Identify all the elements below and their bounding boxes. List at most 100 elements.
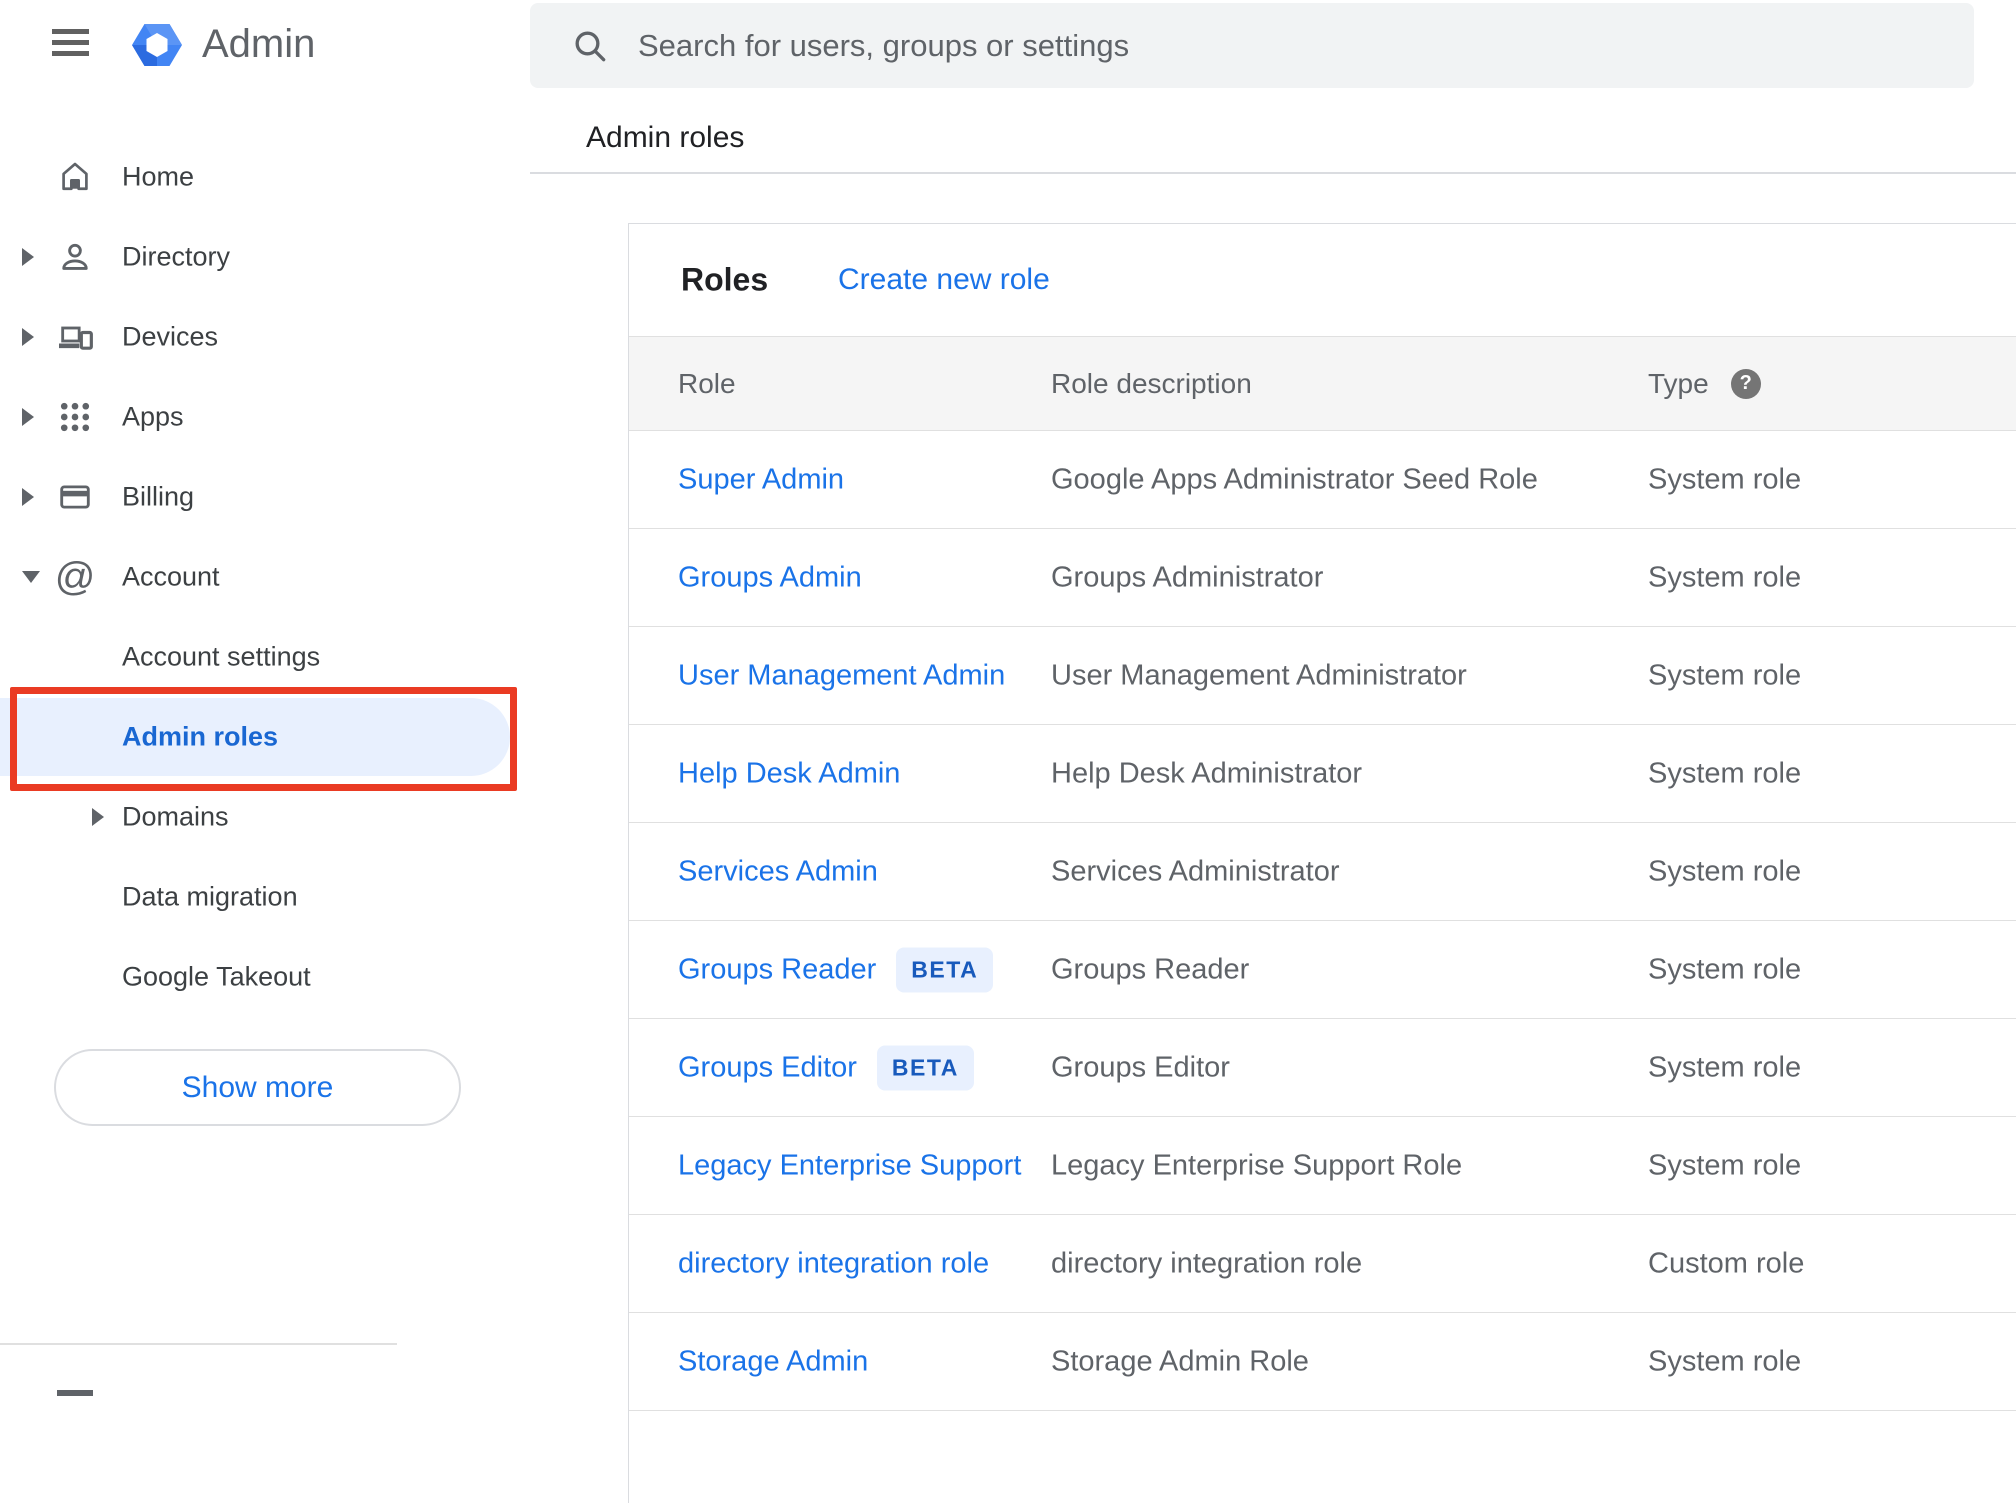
role-link[interactable]: Groups Admin bbox=[678, 561, 862, 594]
table-row: Groups Reader BETA Groups Reader System … bbox=[629, 921, 2016, 1019]
hamburger-menu-icon[interactable] bbox=[52, 29, 89, 56]
sidebar-item-label: Home bbox=[122, 161, 195, 192]
role-type: System role bbox=[1648, 757, 1802, 789]
create-new-role-link[interactable]: Create new role bbox=[838, 263, 1050, 297]
role-link[interactable]: Help Desk Admin bbox=[678, 757, 900, 790]
roles-card: Roles Create new role Role Role descript… bbox=[628, 223, 2016, 1503]
sidebar-item-label: Account bbox=[122, 561, 220, 592]
help-icon[interactable]: ? bbox=[1730, 368, 1761, 399]
role-description: Legacy Enterprise Support Role bbox=[1051, 1149, 1463, 1181]
column-header-description: Role description bbox=[1051, 367, 1252, 399]
sidebar-item-label: Account settings bbox=[122, 641, 321, 672]
sidebar-item-apps[interactable]: Apps bbox=[0, 377, 530, 457]
role-description: Services Administrator bbox=[1051, 855, 1340, 887]
table-header-row: Role Role description Type ? bbox=[629, 336, 2016, 431]
role-description: Groups Administrator bbox=[1051, 561, 1324, 593]
role-description: Google Apps Administrator Seed Role bbox=[1051, 463, 1538, 495]
search-bar bbox=[530, 3, 1974, 88]
sidebar-item-label: Directory bbox=[122, 241, 231, 272]
expand-arrow-icon[interactable] bbox=[92, 808, 104, 826]
role-type: System role bbox=[1648, 463, 1802, 495]
table-row: Services Admin Services Administrator Sy… bbox=[629, 823, 2016, 921]
billing-icon bbox=[55, 477, 95, 517]
sidebar-item-data-migration[interactable]: Data migration bbox=[0, 857, 530, 937]
role-type: Custom role bbox=[1648, 1247, 1805, 1279]
sidebar-item-devices[interactable]: Devices bbox=[0, 297, 530, 377]
role-link[interactable]: Super Admin bbox=[678, 463, 844, 496]
sidebar-item-home[interactable]: Home bbox=[0, 137, 530, 217]
sidebar-item-label: Apps bbox=[122, 401, 184, 432]
expand-arrow-icon[interactable] bbox=[22, 328, 34, 346]
role-type: System role bbox=[1648, 1149, 1802, 1181]
admin-logo-icon bbox=[126, 15, 188, 75]
role-description: Storage Admin Role bbox=[1051, 1345, 1309, 1377]
sidebar-nav: Home Directory Devices Apps Billing @ Ac… bbox=[0, 137, 530, 1017]
table-row: Storage Admin Storage Admin Role System … bbox=[629, 1313, 2016, 1411]
sidebar-item-label: Data migration bbox=[122, 881, 298, 912]
role-link[interactable]: Services Admin bbox=[678, 855, 878, 888]
partial-clipped-icon bbox=[57, 1390, 93, 1396]
sidebar-item-domains[interactable]: Domains bbox=[0, 777, 530, 857]
role-link[interactable]: directory integration role bbox=[678, 1247, 989, 1280]
sidebar-item-google-takeout[interactable]: Google Takeout bbox=[0, 937, 530, 1017]
sidebar-item-account-settings[interactable]: Account settings bbox=[0, 617, 530, 697]
role-link[interactable]: Groups Editor bbox=[678, 1051, 857, 1084]
role-type: System role bbox=[1648, 953, 1802, 985]
table-row: Super Admin Google Apps Administrator Se… bbox=[629, 431, 2016, 529]
column-header-type-label: Type bbox=[1648, 367, 1709, 399]
sidebar-header: Admin bbox=[0, 0, 530, 90]
person-icon bbox=[55, 237, 95, 277]
sidebar-item-label: Devices bbox=[122, 321, 219, 352]
role-type: System role bbox=[1648, 561, 1802, 593]
role-description: Groups Editor bbox=[1051, 1051, 1230, 1083]
sidebar-item-label: Google Takeout bbox=[122, 961, 311, 992]
apps-icon bbox=[55, 397, 95, 437]
beta-badge: BETA bbox=[876, 1045, 974, 1090]
table-row: directory integration role directory int… bbox=[629, 1215, 2016, 1313]
role-description: Groups Reader bbox=[1051, 953, 1250, 985]
table-row: User Management Admin User Management Ad… bbox=[629, 627, 2016, 725]
role-link[interactable]: Storage Admin bbox=[678, 1345, 868, 1378]
role-type: System role bbox=[1648, 1051, 1802, 1083]
sidebar-item-admin-roles[interactable]: Admin roles bbox=[0, 697, 530, 777]
beta-badge: BETA bbox=[896, 947, 994, 992]
role-description: Help Desk Administrator bbox=[1051, 757, 1363, 789]
sidebar-bottom-divider bbox=[0, 1343, 397, 1345]
expand-arrow-icon[interactable] bbox=[22, 488, 34, 506]
search-icon bbox=[570, 26, 610, 66]
role-type: System role bbox=[1648, 659, 1802, 691]
roles-table-body: Super Admin Google Apps Administrator Se… bbox=[629, 431, 2016, 1411]
role-link[interactable]: User Management Admin bbox=[678, 659, 1005, 692]
table-row: Legacy Enterprise Support Legacy Enterpr… bbox=[629, 1117, 2016, 1215]
expand-arrow-icon[interactable] bbox=[22, 408, 34, 426]
devices-icon bbox=[55, 317, 95, 357]
table-row: Help Desk Admin Help Desk Administrator … bbox=[629, 725, 2016, 823]
role-type: System role bbox=[1648, 1345, 1802, 1377]
sidebar-item-directory[interactable]: Directory bbox=[0, 217, 530, 297]
sidebar-item-billing[interactable]: Billing bbox=[0, 457, 530, 537]
sidebar-item-label: Billing bbox=[122, 481, 195, 512]
role-description: directory integration role bbox=[1051, 1247, 1363, 1279]
role-description: User Management Administrator bbox=[1051, 659, 1467, 691]
sidebar-item-label: Admin roles bbox=[122, 721, 279, 752]
expand-arrow-icon[interactable] bbox=[22, 248, 34, 266]
table-row: Groups Editor BETA Groups Editor System … bbox=[629, 1019, 2016, 1117]
expand-arrow-icon[interactable] bbox=[22, 571, 40, 583]
role-link[interactable]: Legacy Enterprise Support bbox=[678, 1149, 1021, 1182]
header-divider bbox=[530, 172, 2016, 174]
sidebar-item-label: Domains bbox=[122, 801, 229, 832]
roles-title: Roles bbox=[681, 261, 769, 298]
table-row: Groups Admin Groups Administrator System… bbox=[629, 529, 2016, 627]
column-header-role: Role bbox=[678, 367, 736, 399]
role-type: System role bbox=[1648, 855, 1802, 887]
at-icon: @ bbox=[54, 555, 96, 599]
show-more-button[interactable]: Show more bbox=[54, 1049, 461, 1126]
search-input[interactable] bbox=[638, 27, 1944, 64]
role-link[interactable]: Groups Reader bbox=[678, 953, 876, 986]
sidebar-item-account[interactable]: @ Account bbox=[0, 537, 530, 617]
breadcrumb: Admin roles bbox=[586, 121, 745, 154]
column-header-type: Type ? bbox=[1648, 368, 1761, 400]
sidebar: Admin Home Directory Devices Apps Billin… bbox=[0, 0, 530, 1396]
app-title: Admin bbox=[202, 22, 316, 66]
home-icon bbox=[55, 157, 95, 197]
